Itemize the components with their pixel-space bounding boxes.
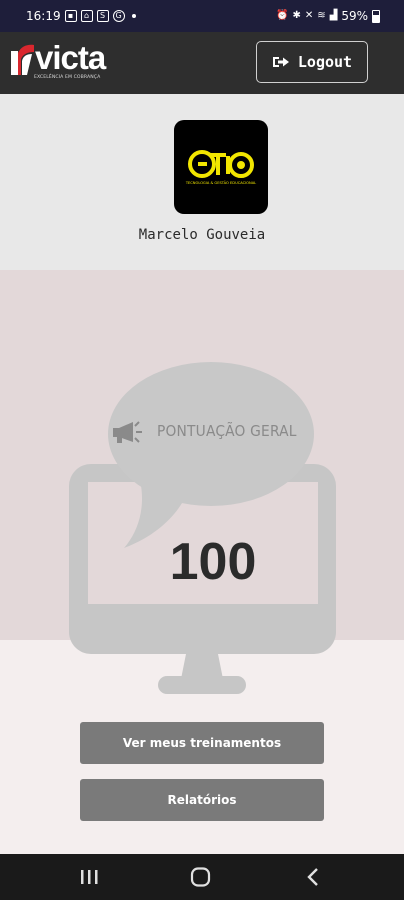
victa-logo: victa EXCELÊNCIA EM COBRANÇA	[11, 39, 135, 85]
main-content: PONTUAÇÃO GERAL 100 Ver meus treinamento…	[0, 270, 404, 854]
more-notifications-icon	[131, 14, 136, 18]
score-label: PONTUAÇÃO GERAL	[157, 422, 297, 440]
reports-button[interactable]: Relatórios	[80, 779, 324, 821]
battery-percent: 59%	[341, 9, 368, 23]
battery-icon	[372, 9, 380, 23]
megaphone-icon	[113, 421, 142, 443]
bluetooth-icon: ✱	[292, 10, 301, 21]
app-s-icon: S	[96, 10, 109, 22]
reports-button-label: Relatórios	[167, 793, 237, 807]
monitor-base	[158, 676, 246, 694]
image-icon: ▪	[64, 10, 77, 22]
status-time: 16:19	[26, 9, 61, 23]
score-value: 100	[169, 533, 257, 591]
logo-text: victa	[35, 39, 106, 76]
system-nav-bar	[0, 854, 404, 900]
mute-icon: ✕	[304, 10, 314, 21]
logo-tagline: EXCELÊNCIA EM COBRANÇA	[34, 75, 101, 80]
gti-tagline: TECNOLOGIA & GESTÃO EDUCACIONAL	[185, 180, 256, 185]
gti-logo-icon: TECNOLOGIA & GESTÃO EDUCACIONAL	[185, 150, 256, 185]
status-right: ⏰ ✱ ✕ ≋ ▟ 59%	[276, 9, 380, 23]
home-icon[interactable]	[190, 867, 212, 887]
status-left: 16:19 ▪ ⌂ S G	[26, 9, 136, 23]
app-header: victa EXCELÊNCIA EM COBRANÇA Logout	[0, 32, 404, 94]
back-icon[interactable]	[303, 867, 325, 887]
signal-icon: ▟	[329, 10, 338, 21]
company-avatar: TECNOLOGIA & GESTÃO EDUCACIONAL	[174, 120, 268, 214]
trainings-button-label: Ver meus treinamentos	[122, 736, 282, 750]
status-bar: 16:19 ▪ ⌂ S G ⏰ ✱ ✕ ≋ ▟ 59%	[0, 0, 404, 32]
logout-button[interactable]: Logout	[256, 41, 368, 83]
sign-out-icon	[272, 57, 289, 67]
sim-icon: ⌂	[80, 10, 93, 22]
user-name: Marcelo Gouveia	[138, 227, 266, 243]
alarm-icon: ⏰	[276, 10, 289, 21]
recent-apps-icon[interactable]	[78, 867, 100, 887]
chrome-icon: G	[112, 10, 125, 22]
profile-section: TECNOLOGIA & GESTÃO EDUCACIONAL Marcelo …	[0, 94, 404, 270]
wifi-icon: ≋	[317, 10, 326, 21]
trainings-button[interactable]: Ver meus treinamentos	[80, 722, 324, 764]
logout-label: Logout	[297, 53, 353, 71]
victa-logo-mark-icon	[11, 44, 34, 75]
